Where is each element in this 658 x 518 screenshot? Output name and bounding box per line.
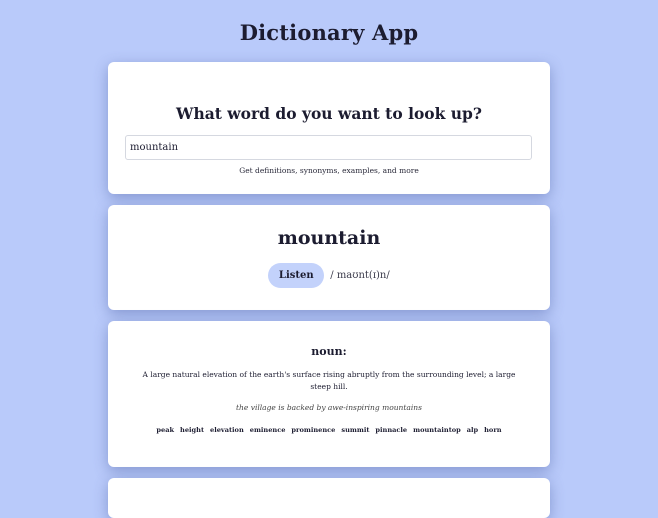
synonym-item[interactable]: peak [156, 426, 174, 434]
search-heading: What word do you want to look up? [176, 104, 482, 123]
synonym-item[interactable]: height [180, 426, 204, 434]
definition-text: A large natural elevation of the earth's… [142, 370, 516, 391]
part-of-speech: noun: [311, 345, 347, 358]
synonym-item[interactable]: summit [341, 426, 369, 434]
search-hint: Get definitions, synonyms, examples, and… [239, 166, 419, 175]
synonym-item[interactable]: eminence [250, 426, 286, 434]
synonym-item[interactable]: prominence [291, 426, 335, 434]
synonym-list: peak height elevation eminence prominenc… [108, 426, 550, 434]
synonym-item[interactable]: mountaintop [413, 426, 461, 434]
synonym-item[interactable]: pinnacle [375, 426, 407, 434]
synonym-item[interactable]: horn [484, 426, 501, 434]
definition-card: noun: A large natural elevation of the e… [108, 321, 550, 467]
example-text: the village is backed by awe-inspiring m… [236, 403, 422, 412]
search-card: What word do you want to look up? Get de… [108, 62, 550, 194]
synonym-item[interactable]: elevation [210, 426, 244, 434]
listen-button[interactable]: Listen [268, 263, 325, 288]
pronunciation-row: Listen / maʊnt(ɪ)n/ [108, 263, 550, 288]
search-input[interactable] [125, 135, 532, 160]
synonym-item[interactable]: alp [467, 426, 478, 434]
app-title: Dictionary App [239, 20, 419, 45]
word-title: mountain [277, 227, 381, 249]
word-card: mountain Listen / maʊnt(ɪ)n/ [108, 205, 550, 310]
phonetic-text: / maʊnt(ɪ)n/ [330, 270, 390, 281]
next-definition-card [108, 478, 550, 518]
